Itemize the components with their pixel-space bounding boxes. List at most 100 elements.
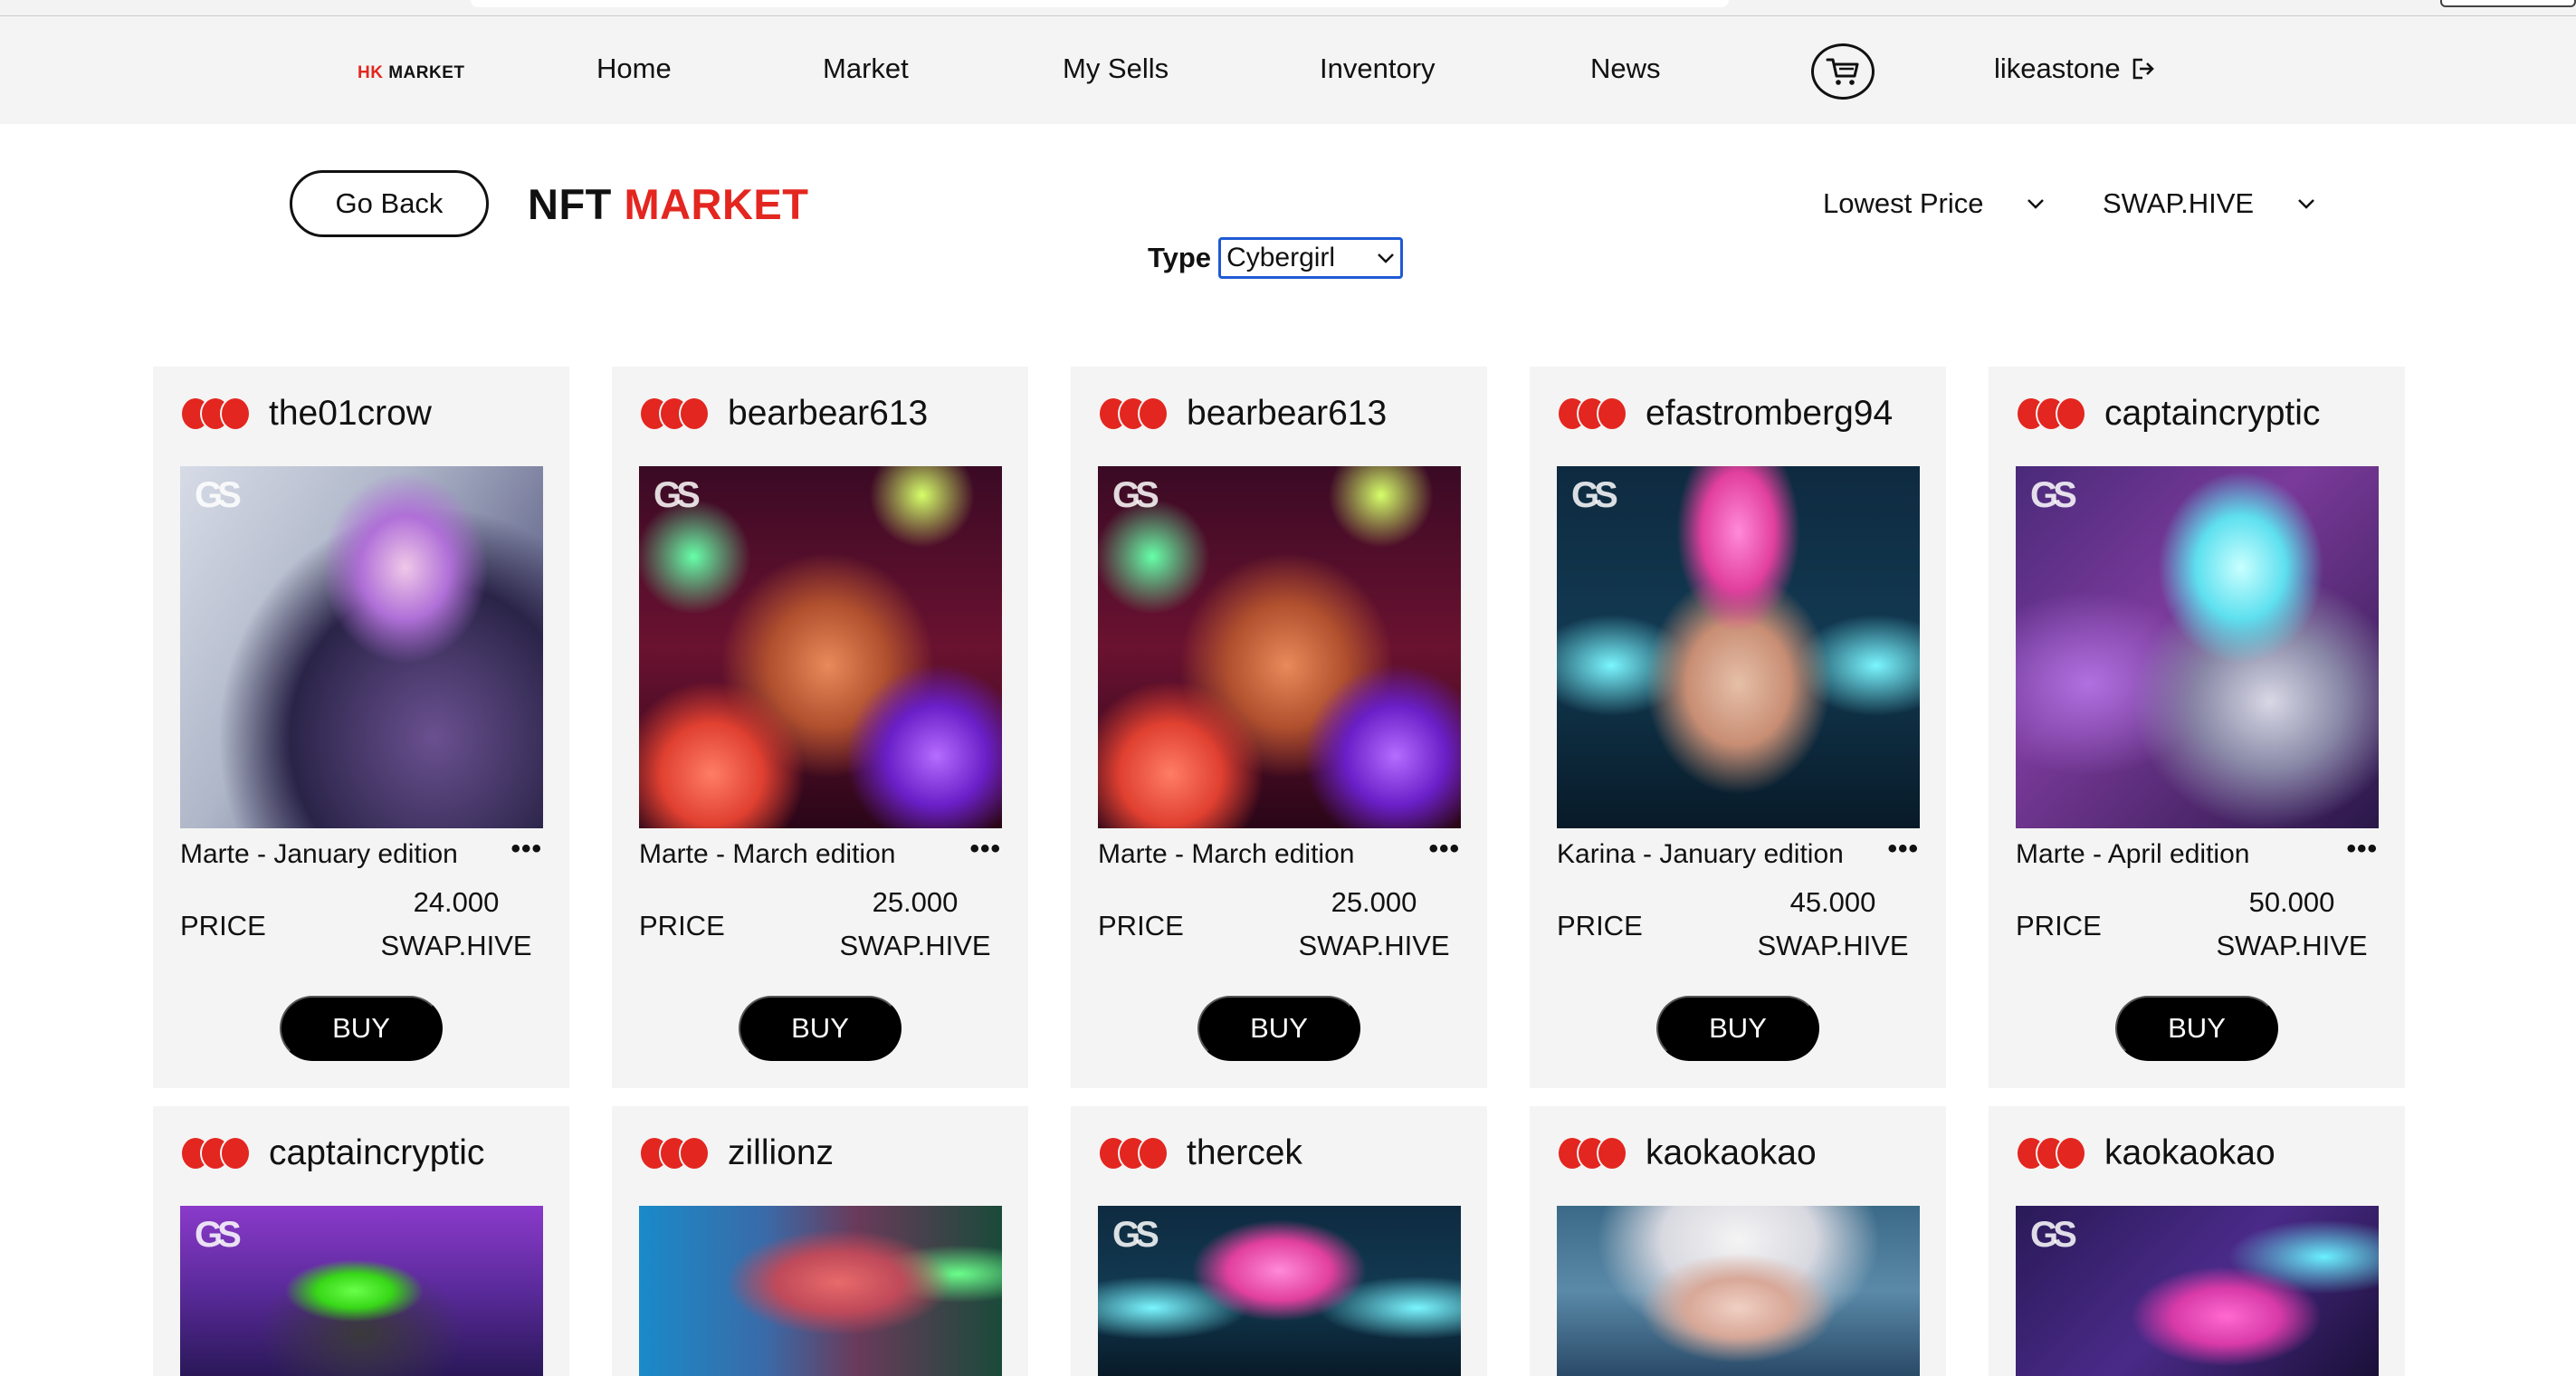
seller-name[interactable]: bearbear613 <box>728 394 928 434</box>
buy-button[interactable]: BUY <box>1656 996 1819 1061</box>
gs-watermark: GS <box>1112 475 1159 515</box>
more-options-icon[interactable]: ••• <box>1887 836 1919 863</box>
price-currency: SWAP.HIVE <box>2216 930 2368 961</box>
chevron-down-icon <box>2027 199 2045 209</box>
address-bar[interactable] <box>471 0 1729 7</box>
seller-name[interactable]: captaincryptic <box>269 1133 484 1173</box>
edition-row: Marte - April edition ••• <box>2016 836 2378 870</box>
card-header: thercek <box>1098 1133 1302 1173</box>
type-select[interactable]: Cybergirl <box>1218 237 1404 279</box>
type-label: Type <box>1148 242 1212 273</box>
seller-name[interactable]: bearbear613 <box>1187 394 1387 434</box>
more-options-icon[interactable]: ••• <box>2346 836 2378 863</box>
nft-image[interactable]: GS <box>2016 1206 2379 1376</box>
nft-image[interactable]: GS <box>1098 466 1461 828</box>
seller-name[interactable]: efastromberg94 <box>1646 394 1893 434</box>
price-amount: 25.000 <box>1331 886 1417 918</box>
red-dots-icon <box>1098 397 1169 431</box>
gs-watermark: GS <box>2030 475 2077 515</box>
card-header: bearbear613 <box>1098 394 1387 434</box>
nav-my-sells[interactable]: My Sells <box>1063 53 1169 85</box>
price-label: PRICE <box>180 910 266 941</box>
more-options-icon[interactable]: ••• <box>510 836 542 863</box>
card-header: zillionz <box>639 1133 834 1173</box>
red-dots-icon <box>639 397 710 431</box>
edition-name: Marte - April edition <box>2016 839 2250 869</box>
buy-button[interactable]: BUY <box>739 996 902 1061</box>
seller-name[interactable]: captaincryptic <box>2104 394 2320 434</box>
buy-button[interactable]: BUY <box>2115 996 2278 1061</box>
card-header: the01crow <box>180 394 432 434</box>
nft-image[interactable]: GS <box>180 1206 543 1376</box>
card-header: kaokaokao <box>2016 1133 2275 1173</box>
nav-inventory[interactable]: Inventory <box>1320 53 1436 85</box>
red-dots-icon <box>180 1136 251 1171</box>
cart-button[interactable] <box>1811 43 1875 100</box>
seller-name[interactable]: the01crow <box>269 394 432 434</box>
top-navbar: HK MARKET Home Market My Sells Inventory… <box>0 16 2576 124</box>
seller-name[interactable]: thercek <box>1187 1133 1302 1173</box>
edition-row: Marte - March edition ••• <box>639 836 1001 870</box>
buy-button[interactable]: BUY <box>1197 996 1360 1061</box>
title-nft: NFT <box>528 180 612 228</box>
more-options-icon[interactable]: ••• <box>1428 836 1460 863</box>
nav-market[interactable]: Market <box>823 53 909 85</box>
edition-name: Karina - January edition <box>1557 839 1844 869</box>
red-dots-icon <box>2016 397 2086 431</box>
red-dots-icon <box>1098 1136 1169 1171</box>
logout-icon[interactable] <box>2132 57 2155 81</box>
nav-home[interactable]: Home <box>596 53 672 85</box>
price-value: 50.000 SWAP.HIVE <box>2206 881 2378 968</box>
price-label: PRICE <box>639 910 725 941</box>
price-currency: SWAP.HIVE <box>380 930 532 961</box>
price-label: PRICE <box>1098 910 1184 941</box>
seller-name[interactable]: kaokaokao <box>2104 1133 2275 1173</box>
type-select-value: Cybergirl <box>1226 243 1336 272</box>
seller-name[interactable]: zillionz <box>728 1133 834 1173</box>
title-market: MARKET <box>624 180 809 228</box>
currency-value: SWAP.HIVE <box>2103 187 2255 219</box>
price-value: 25.000 SWAP.HIVE <box>829 881 1001 968</box>
gs-watermark: GS <box>1571 475 1618 515</box>
nft-image[interactable]: GS <box>1557 466 1920 828</box>
nft-card: bearbear613 GS Marte - March edition •••… <box>612 367 1028 1088</box>
red-dots-icon <box>639 1136 710 1171</box>
seller-name[interactable]: kaokaokao <box>1646 1133 1817 1173</box>
nft-image[interactable] <box>639 1206 1002 1376</box>
nft-image[interactable]: GS <box>1098 1206 1461 1376</box>
card-header: efastromberg94 <box>1557 394 1893 434</box>
price-label: PRICE <box>2016 910 2102 941</box>
red-dots-icon <box>180 397 251 431</box>
nft-image[interactable] <box>1557 1206 1920 1376</box>
price-label: PRICE <box>1557 910 1643 941</box>
more-options-icon[interactable]: ••• <box>969 836 1001 863</box>
price-amount: 24.000 <box>413 886 500 918</box>
hk-market-logo[interactable]: HK MARKET <box>358 63 465 83</box>
nft-image[interactable]: GS <box>2016 466 2379 828</box>
edition-row: Karina - January edition ••• <box>1557 836 1919 870</box>
sort-value: Lowest Price <box>1823 187 1984 219</box>
type-filter: Type Cybergirl <box>1148 237 1404 279</box>
buy-button[interactable]: BUY <box>280 996 443 1061</box>
red-dots-icon <box>1557 1136 1627 1171</box>
page-title: NFT MARKET <box>528 179 808 229</box>
nft-card: the01crow GS Marte - January edition •••… <box>153 367 569 1088</box>
nft-card: captaincryptic GS Marte - April edition … <box>1989 367 2405 1088</box>
user-menu[interactable]: likeastone <box>1994 53 2155 85</box>
sort-dropdown[interactable]: Lowest Price <box>1823 187 2045 220</box>
nav-news[interactable]: News <box>1590 53 1661 85</box>
nft-image[interactable]: GS <box>180 466 543 828</box>
nft-image[interactable]: GS <box>639 466 1002 828</box>
price-value: 25.000 SWAP.HIVE <box>1288 881 1460 968</box>
gs-watermark: GS <box>195 475 242 515</box>
red-dots-icon <box>2016 1136 2086 1171</box>
currency-dropdown[interactable]: SWAP.HIVE <box>2103 187 2315 220</box>
nft-card: efastromberg94 GS Karina - January editi… <box>1530 367 1946 1088</box>
nft-card: captaincryptic GS <box>153 1106 569 1376</box>
edition-name: Marte - March edition <box>639 839 896 869</box>
browser-edge-button[interactable] <box>2440 0 2576 7</box>
gs-watermark: GS <box>195 1215 242 1255</box>
go-back-button[interactable]: Go Back <box>290 170 489 237</box>
chevron-down-icon <box>1378 253 1394 263</box>
price-amount: 45.000 <box>1789 886 1876 918</box>
